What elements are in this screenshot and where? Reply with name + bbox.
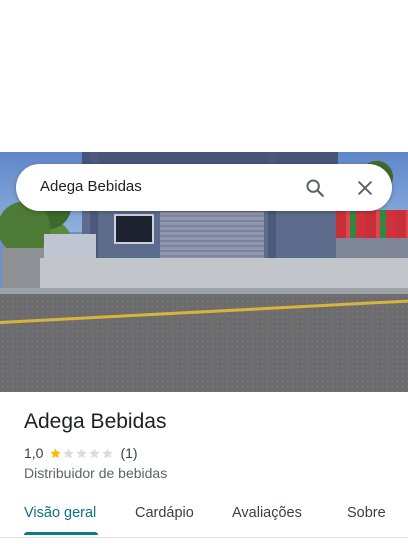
tab-visao-geral[interactable]: Visão geral [24, 505, 96, 521]
tab-bar: Visão geral Cardápio Avaliações Sobre [0, 497, 408, 537]
star-filled-icon [50, 447, 62, 458]
close-icon[interactable] [352, 175, 378, 201]
star-empty-icon [63, 447, 75, 458]
rating-value: 1,0 [24, 445, 44, 461]
active-tab-indicator [24, 532, 98, 535]
top-blank-area [0, 0, 408, 152]
search-bar[interactable]: Adega Bebidas [16, 164, 392, 211]
place-title: Adega Bebidas [24, 410, 167, 433]
search-input[interactable]: Adega Bebidas [40, 178, 142, 195]
place-category: Distribuidor de bebidas [24, 465, 168, 481]
photo-building-roof [82, 152, 338, 164]
rating-stars [49, 447, 114, 460]
star-empty-icon [102, 447, 114, 458]
rating-row[interactable]: 1,0 (1) [24, 445, 138, 461]
star-empty-icon [76, 447, 88, 458]
photo-rolling-door [160, 212, 264, 260]
photo-window [114, 214, 154, 244]
tab-avaliacoes[interactable]: Avaliações [232, 505, 302, 521]
tab-sobre[interactable]: Sobre [347, 505, 386, 521]
review-count[interactable]: (1) [120, 445, 137, 461]
search-icon[interactable] [302, 175, 328, 201]
star-empty-icon [89, 447, 101, 458]
photo-road [0, 294, 408, 392]
tab-cardapio[interactable]: Cardápio [135, 505, 194, 521]
tabs-divider [0, 537, 408, 538]
